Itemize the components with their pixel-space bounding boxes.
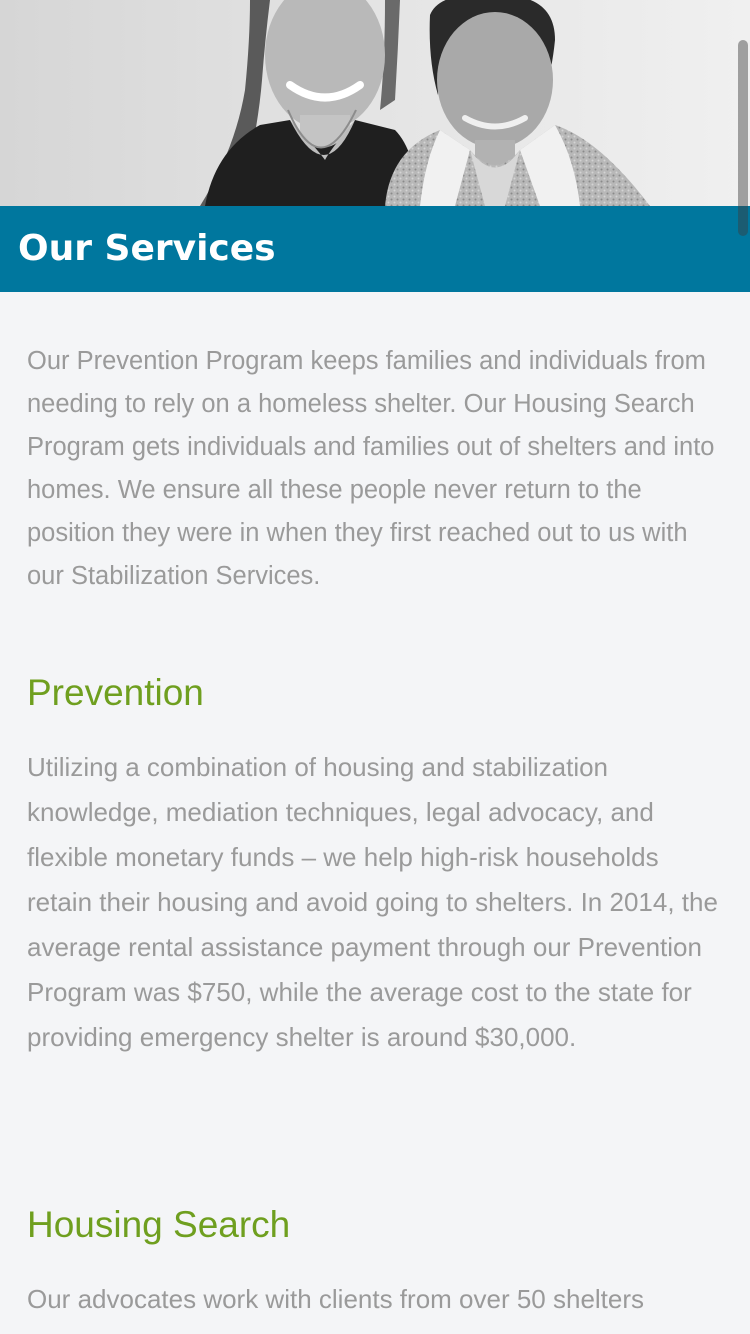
- section-heading-prevention: Prevention: [27, 672, 204, 713]
- intro-paragraph: Our Prevention Program keeps families an…: [27, 347, 715, 590]
- section-text-prevention: Utilizing a combination of housing and s…: [27, 752, 718, 1052]
- hero-photo: [0, 0, 750, 206]
- scrollbar[interactable]: [738, 40, 748, 236]
- page-title: Our Services: [18, 228, 276, 269]
- page: Our Services Our Prevention Program keep…: [0, 0, 750, 1334]
- section-heading-housing-search: Housing Search: [27, 1204, 291, 1245]
- main-content: Our Prevention Program keeps families an…: [27, 340, 723, 1322]
- section-text-housing-search: Our advocates work with clients from ove…: [27, 1284, 645, 1314]
- title-bar: Our Services: [0, 206, 750, 292]
